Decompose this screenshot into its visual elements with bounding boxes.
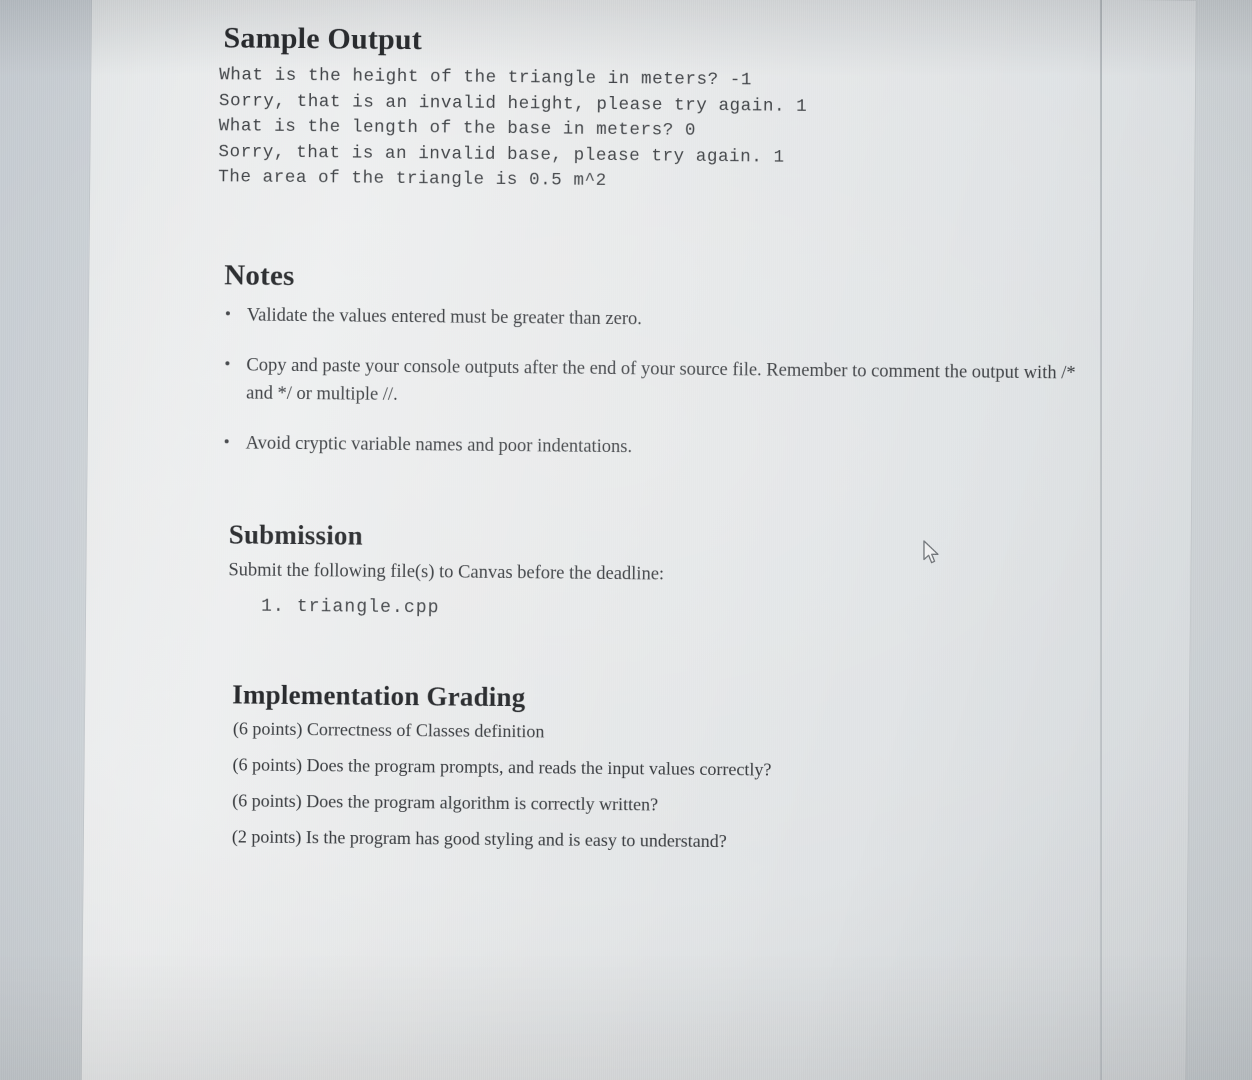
bullet-icon [225, 311, 230, 316]
implementation-grading-heading: Implementation Grading [232, 679, 526, 713]
submission-file-item: 1. triangle.cpp [260, 596, 440, 619]
sample-output-block: What is the height of the triangle in me… [218, 63, 1099, 199]
notes-list-item: Copy and paste your console outputs afte… [221, 351, 1101, 415]
submission-heading: Submission [228, 519, 363, 551]
grading-list-item: (6 points) Correctness of Classes defini… [232, 718, 545, 742]
notes-item-text: Validate the values entered must be grea… [246, 305, 642, 330]
document-content: Sample Output What is the height of the … [81, 0, 1196, 1080]
notes-item-text: Copy and paste your console outputs afte… [246, 355, 1076, 405]
submission-lead-text: Submit the following file(s) to Canvas b… [228, 560, 665, 585]
notes-heading: Notes [224, 259, 295, 292]
implementation-grading-list: (6 points) Correctness of Classes defini… [232, 717, 1113, 869]
notes-item-text: Avoid cryptic variable names and poor in… [245, 433, 633, 458]
screenshot-stage: Sample Output What is the height of the … [0, 0, 1252, 1080]
notes-list: Validate the values entered must be grea… [220, 301, 1102, 487]
notes-list-item: Validate the values entered must be grea… [222, 301, 1102, 337]
grading-list-item: (6 points) Does the program prompts, and… [232, 754, 772, 780]
sample-output-heading: Sample Output [223, 21, 423, 57]
grading-list-item: (6 points) Does the program algorithm is… [232, 790, 659, 815]
grading-list-item: (2 points) Is the program has good styli… [231, 826, 727, 852]
bullet-icon [224, 439, 229, 444]
notes-list-item: Avoid cryptic variable names and poor in… [221, 429, 1101, 465]
bullet-icon [225, 361, 230, 366]
